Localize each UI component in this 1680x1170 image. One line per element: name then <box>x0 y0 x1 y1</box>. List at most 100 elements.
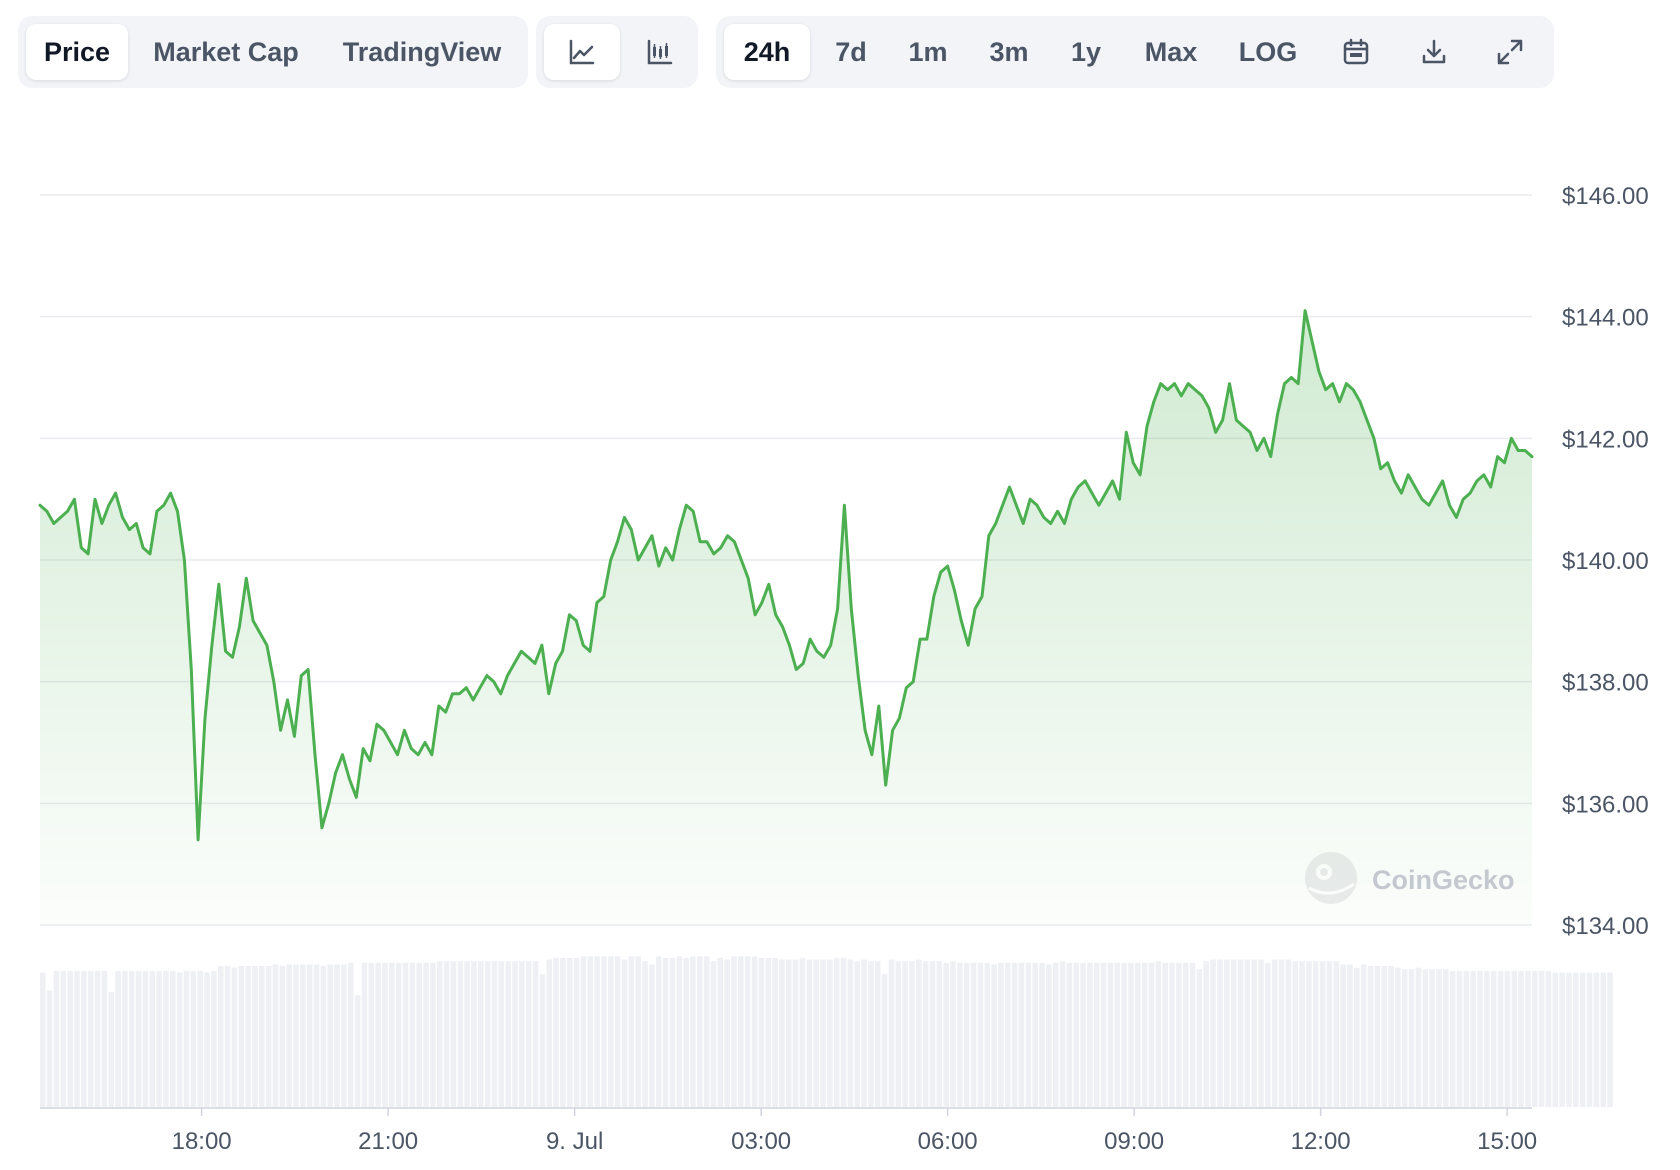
price-chart: $146.00 $144.00 $142.00 $140.00 $138.00 $136.… <box>38 183 1649 1155</box>
volume-bar <box>635 956 641 1107</box>
volume-bar <box>984 962 991 1107</box>
volume-bar <box>854 961 860 1107</box>
volume-bar <box>149 970 156 1107</box>
volume-bar <box>1367 966 1374 1107</box>
volume-bar <box>1155 961 1162 1107</box>
volume-bar <box>772 957 778 1107</box>
volume-bar <box>1429 969 1435 1107</box>
volume-bar <box>929 961 936 1107</box>
volume-bar <box>1073 962 1079 1107</box>
volume-bar <box>758 957 765 1107</box>
volume-bar <box>662 957 669 1107</box>
volume-bar <box>1545 970 1552 1107</box>
volume-bar <box>697 956 703 1107</box>
volume-bar <box>491 961 498 1107</box>
volume-bar <box>197 970 203 1107</box>
volume-bar <box>1148 962 1155 1107</box>
volume-bar <box>478 961 484 1107</box>
volume-bar <box>1456 970 1463 1107</box>
volume-bar <box>1018 962 1025 1107</box>
volume-bar <box>1087 962 1093 1107</box>
volume-bar <box>1319 961 1326 1107</box>
volume-bar <box>1169 962 1175 1107</box>
volume-bar <box>587 956 594 1107</box>
volume-bar <box>1128 962 1134 1107</box>
volume-bar <box>573 957 580 1107</box>
x-tick-label: 03:00 <box>731 1128 791 1155</box>
volume-bar <box>293 964 299 1107</box>
volume-bar <box>676 956 683 1107</box>
volume-bar <box>279 966 286 1107</box>
volume-bar <box>936 961 943 1107</box>
volume-bar <box>252 966 258 1107</box>
volume-bar <box>1511 970 1518 1107</box>
volume-bar <box>94 970 101 1107</box>
volume-bar <box>1244 959 1251 1107</box>
volume-bar <box>1251 959 1257 1107</box>
volume-bar <box>1518 970 1524 1107</box>
volume-bar <box>683 957 689 1107</box>
volume-bar <box>744 956 751 1107</box>
volume-bar <box>457 961 464 1107</box>
volume-bar <box>560 957 566 1107</box>
volume-bar <box>1436 969 1442 1107</box>
volume-bar <box>1285 959 1292 1107</box>
volume-bar <box>1059 961 1066 1107</box>
volume-bar <box>1100 962 1107 1107</box>
volume-bar <box>1176 962 1182 1107</box>
coingecko-logo-icon <box>1305 852 1357 904</box>
volume-bar <box>1162 962 1168 1107</box>
volume-bar <box>655 956 662 1107</box>
volume-bar <box>580 956 587 1107</box>
volume-bar <box>1066 962 1073 1107</box>
volume-bar <box>74 970 80 1107</box>
volume-bar <box>471 961 477 1107</box>
volume-bar <box>813 959 819 1107</box>
volume-bar <box>443 961 450 1107</box>
volume-bar <box>1470 970 1476 1107</box>
volume-bar <box>820 959 826 1107</box>
y-tick-label: $134.00 <box>1562 913 1649 940</box>
volume-bar <box>512 961 518 1107</box>
volume-bar <box>1107 962 1114 1107</box>
volume-bar <box>170 970 176 1107</box>
volume-bar <box>190 970 197 1107</box>
volume-bar <box>916 959 922 1107</box>
volume-bar <box>847 959 854 1107</box>
volume-bar <box>1525 970 1531 1107</box>
volume-bar <box>1258 959 1264 1107</box>
volume-bar <box>67 970 73 1107</box>
volume-bar <box>498 961 505 1107</box>
volume-bar <box>731 956 737 1107</box>
volume-bar <box>176 972 183 1107</box>
volume-bar <box>601 956 607 1107</box>
x-tick-label: 9. Jul <box>546 1128 603 1155</box>
volume-bar <box>525 961 532 1107</box>
volume-bar <box>1586 972 1593 1107</box>
volume-bar <box>464 961 470 1107</box>
volume-bar <box>1080 962 1086 1107</box>
volume-bar <box>1538 970 1545 1107</box>
volume-bar <box>389 962 395 1107</box>
volume-bar <box>888 959 895 1107</box>
volume-bar <box>1135 962 1141 1107</box>
volume-bar <box>546 959 553 1107</box>
volume-bar <box>347 962 354 1107</box>
volume-bar <box>874 961 881 1107</box>
volume-bar <box>827 959 833 1107</box>
volume-bar <box>265 966 272 1107</box>
volume-bar <box>81 970 87 1107</box>
volume-bar <box>840 957 847 1107</box>
volume-bar <box>628 956 635 1107</box>
volume-bar <box>1005 962 1011 1107</box>
volume-bar <box>1025 962 1032 1107</box>
volume-bar <box>1566 972 1572 1107</box>
volume-bar <box>868 961 874 1107</box>
volume-bar <box>1600 972 1606 1107</box>
volume-bar <box>779 959 785 1107</box>
volume-bar <box>922 961 929 1107</box>
x-tick-label: 06:00 <box>918 1128 978 1155</box>
volume-bar <box>224 966 231 1107</box>
volume-bar <box>1052 962 1059 1107</box>
volume-bar <box>1141 962 1148 1107</box>
